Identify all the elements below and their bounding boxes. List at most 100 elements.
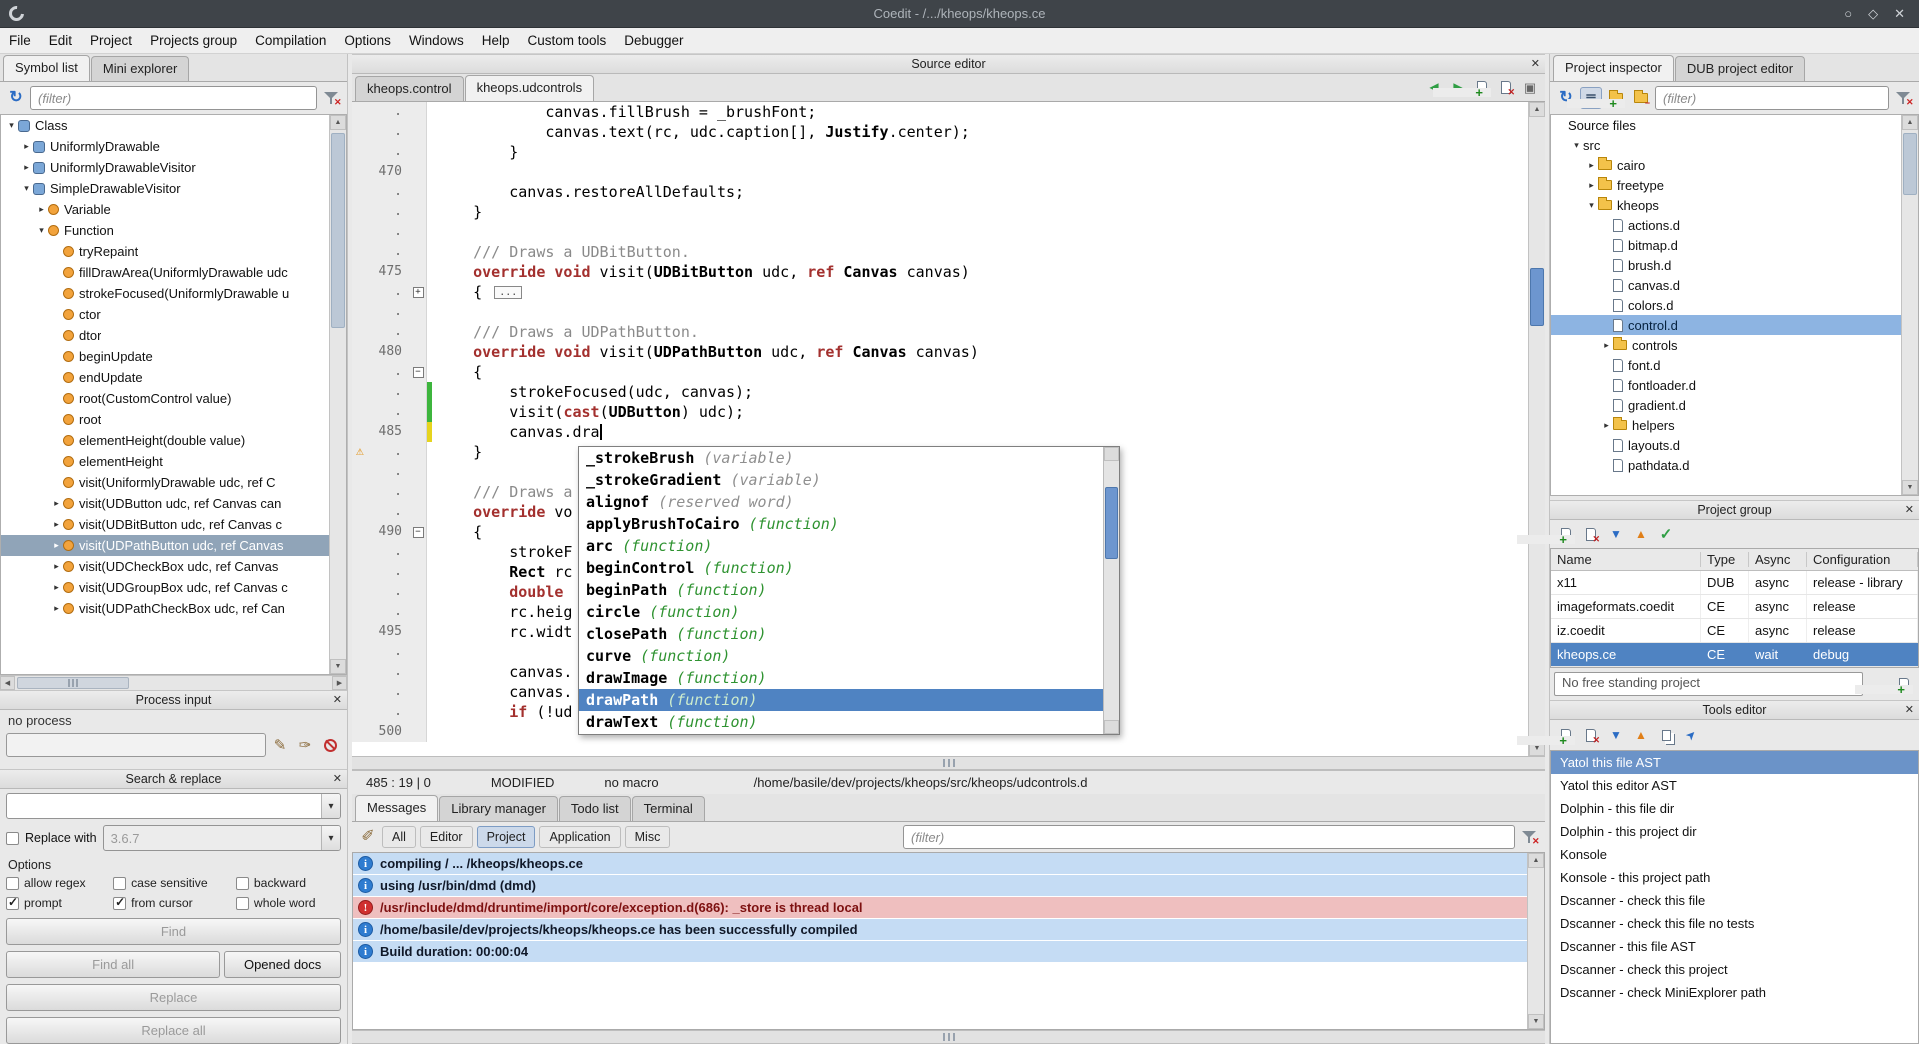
message-row[interactable]: iusing /usr/bin/dmd (dmd) bbox=[353, 875, 1527, 897]
scrollbar-thumb[interactable] bbox=[1105, 487, 1118, 559]
code-line[interactable]: . /// Draws a UDBitButton. bbox=[352, 242, 1528, 262]
expanded-icon[interactable]: ▾ bbox=[35, 225, 48, 236]
close-button[interactable]: ✕ bbox=[1894, 6, 1905, 22]
from-cursor-checkbox[interactable] bbox=[113, 897, 126, 910]
column-async[interactable]: Async bbox=[1749, 552, 1807, 567]
symbol-filter-input[interactable] bbox=[30, 86, 317, 110]
code-line[interactable]: 470 bbox=[352, 162, 1528, 182]
fold-collapsed-icon[interactable]: ... bbox=[494, 286, 522, 299]
add-folder-icon[interactable]: + bbox=[1605, 87, 1627, 109]
files-tree-item[interactable]: font.d bbox=[1551, 355, 1918, 375]
close-doc-icon[interactable]: ✕ bbox=[1495, 76, 1517, 98]
detach-icon[interactable]: ▣ bbox=[1519, 76, 1541, 98]
tool-item[interactable]: Yatol this editor AST bbox=[1551, 774, 1918, 797]
scroll-right-icon[interactable] bbox=[332, 676, 347, 690]
search-term-combo[interactable] bbox=[6, 793, 341, 819]
cancel-icon[interactable] bbox=[319, 734, 341, 756]
files-tree-item[interactable]: ▸freetype bbox=[1551, 175, 1918, 195]
code-line[interactable]: . strokeFocused(udc, canvas); bbox=[352, 382, 1528, 402]
search-dropdown-icon[interactable] bbox=[321, 794, 340, 818]
tool-item[interactable]: Dscanner - check this file no tests bbox=[1551, 912, 1918, 935]
tab-project-inspector[interactable]: Project inspector bbox=[1553, 55, 1674, 81]
tab-terminal[interactable]: Terminal bbox=[632, 796, 705, 821]
symbol-tree-item[interactable]: strokeFocused(UniformlyDrawable u bbox=[1, 283, 346, 304]
fold-margin[interactable]: − bbox=[410, 362, 427, 382]
completion-item[interactable]: drawPath(function) bbox=[579, 689, 1103, 711]
process-input-field[interactable] bbox=[6, 733, 266, 757]
tool-item[interactable]: Konsole - this project path bbox=[1551, 866, 1918, 889]
symbol-tree-item[interactable]: ▾Function bbox=[1, 220, 346, 241]
sync-icon[interactable]: ↻ bbox=[5, 87, 27, 109]
expanded-icon[interactable]: ▾ bbox=[1585, 200, 1598, 211]
symbol-filter-funnel-icon[interactable] bbox=[320, 87, 342, 109]
send-icon[interactable]: ✎ bbox=[269, 734, 291, 756]
symbol-tree-item[interactable]: root bbox=[1, 409, 346, 430]
tool-item[interactable]: Dscanner - check this file bbox=[1551, 889, 1918, 912]
expanded-icon[interactable]: ▾ bbox=[20, 183, 33, 194]
symbol-tree-item[interactable]: visit(UniformlyDrawable udc, ref C bbox=[1, 472, 346, 493]
tab-symbol-list[interactable]: Symbol list bbox=[3, 55, 90, 81]
new-project-icon[interactable]: + bbox=[1555, 523, 1577, 545]
symbol-tree-item[interactable]: ctor bbox=[1, 304, 346, 325]
completion-item[interactable]: circle(function) bbox=[579, 601, 1103, 623]
close-tools-editor-icon[interactable] bbox=[1905, 703, 1914, 718]
symbol-tree-item[interactable]: endUpdate bbox=[1, 367, 346, 388]
files-tree-item[interactable]: fontloader.d bbox=[1551, 375, 1918, 395]
menu-custom-tools[interactable]: Custom tools bbox=[518, 29, 615, 52]
symbol-tree-item[interactable]: ▸UniformlyDrawable bbox=[1, 136, 346, 157]
completion-item[interactable]: _strokeGradient(variable) bbox=[579, 469, 1103, 491]
code-line[interactable]: . canvas.text(rc, udc.caption[], Justify… bbox=[352, 122, 1528, 142]
code-line[interactable]: . canvas.fillBrush = _brushFont; bbox=[352, 102, 1528, 122]
files-tree-item[interactable]: gradient.d bbox=[1551, 395, 1918, 415]
completion-item[interactable]: beginControl(function) bbox=[579, 557, 1103, 579]
code-line[interactable]: . visit(cast(UDButton) udc); bbox=[352, 402, 1528, 422]
move-tool-down-icon[interactable]: ▼ bbox=[1605, 724, 1627, 746]
pen-icon[interactable]: ✑ bbox=[294, 734, 316, 756]
expanded-icon[interactable]: ▾ bbox=[1570, 140, 1583, 151]
tab-todo-list[interactable]: Todo list bbox=[559, 796, 631, 821]
free-standing-project[interactable]: No free standing project bbox=[1554, 672, 1863, 696]
menu-options[interactable]: Options bbox=[335, 29, 400, 52]
scroll-down-icon[interactable] bbox=[1104, 720, 1119, 734]
files-tree-vscrollbar[interactable] bbox=[1901, 115, 1918, 495]
collapsed-icon[interactable]: ▸ bbox=[50, 519, 63, 530]
scroll-down-icon[interactable] bbox=[330, 659, 346, 674]
tool-item[interactable]: Dolphin - this project dir bbox=[1551, 820, 1918, 843]
symbol-tree-item[interactable]: ▸visit(UDGroupBox udc, ref Canvas c bbox=[1, 577, 346, 598]
symbol-tree-item[interactable]: ▸visit(UDBitButton udc, ref Canvas c bbox=[1, 514, 346, 535]
messages-vscrollbar[interactable] bbox=[1527, 853, 1544, 1029]
scroll-up-icon[interactable] bbox=[330, 115, 346, 130]
project-row[interactable]: kheops.ceCEwaitdebug bbox=[1551, 643, 1918, 667]
menu-debugger[interactable]: Debugger bbox=[615, 29, 692, 52]
files-tree-item[interactable]: pathdata.d bbox=[1551, 455, 1918, 475]
search-term-input[interactable] bbox=[7, 794, 321, 818]
code-line[interactable]: .+ { ... bbox=[352, 282, 1528, 302]
symbol-tree-hscrollbar[interactable] bbox=[0, 675, 347, 690]
collapsed-icon[interactable]: ▸ bbox=[50, 561, 63, 572]
editor-tab-kheops-control[interactable]: kheops.control bbox=[355, 76, 464, 101]
pin-tool-icon[interactable]: ➤ bbox=[1680, 724, 1702, 746]
tool-item[interactable]: Konsole bbox=[1551, 843, 1918, 866]
symbol-tree-item[interactable]: ▸visit(UDPathButton udc, ref Canvas bbox=[1, 535, 346, 556]
expanded-icon[interactable]: ▾ bbox=[5, 120, 18, 131]
editor-area[interactable]: . canvas.fillBrush = _brushFont;. canvas… bbox=[352, 102, 1545, 756]
message-row[interactable]: icompiling / ... /kheops/kheops.ce bbox=[353, 853, 1527, 875]
filter-misc-button[interactable]: Misc bbox=[625, 826, 671, 848]
files-tree-item[interactable]: ▾src bbox=[1551, 135, 1918, 155]
code-line[interactable]: . } bbox=[352, 202, 1528, 222]
messages-splitter[interactable] bbox=[352, 1030, 1545, 1044]
symbol-tree-vscrollbar[interactable] bbox=[329, 115, 346, 674]
symbol-tree-item[interactable]: elementHeight(double value) bbox=[1, 430, 346, 451]
scroll-up-icon[interactable] bbox=[1902, 115, 1918, 130]
replace-input[interactable] bbox=[104, 826, 321, 850]
tab-dub-project-editor[interactable]: DUB project editor bbox=[1675, 56, 1805, 81]
prompt-checkbox[interactable] bbox=[6, 897, 19, 910]
code-line[interactable]: . bbox=[352, 302, 1528, 322]
tool-item[interactable]: Dscanner - this file AST bbox=[1551, 935, 1918, 958]
collapsed-icon[interactable]: ▸ bbox=[20, 162, 33, 173]
maximize-button[interactable]: ◇ bbox=[1868, 6, 1878, 22]
collapsed-icon[interactable]: ▸ bbox=[20, 141, 33, 152]
menu-project[interactable]: Project bbox=[81, 29, 141, 52]
add-tool-icon[interactable]: + bbox=[1555, 724, 1577, 746]
files-tree-item[interactable]: ▾kheops bbox=[1551, 195, 1918, 215]
